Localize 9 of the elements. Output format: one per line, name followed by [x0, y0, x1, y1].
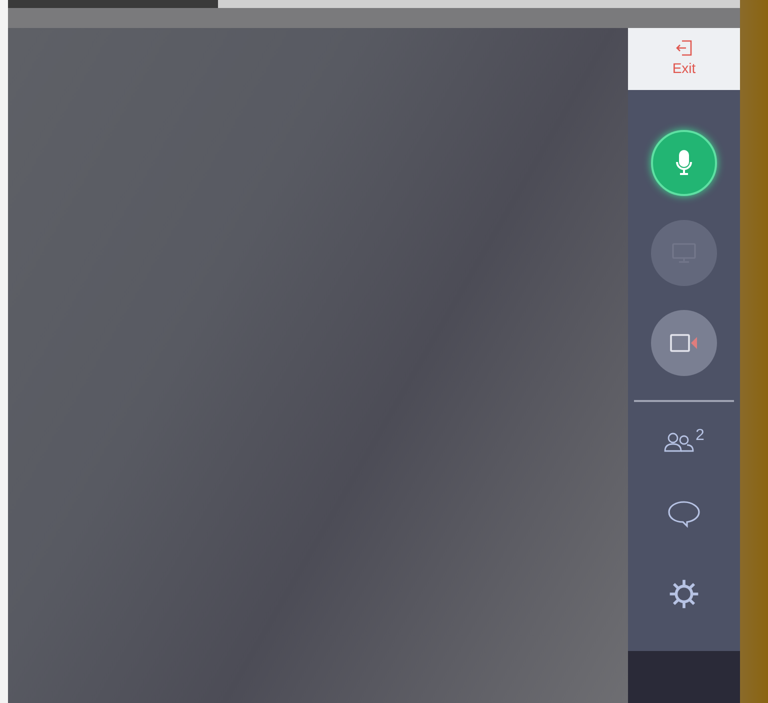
exit-button[interactable]: Exit — [628, 28, 740, 90]
participants-button[interactable]: 2 — [628, 422, 740, 462]
microphone-icon — [676, 150, 692, 176]
settings-icon — [667, 577, 701, 611]
speech-bubble-icon — [667, 500, 701, 528]
exit-icon — [676, 40, 692, 56]
people-icon — [664, 432, 694, 452]
video-camera-icon — [670, 334, 698, 352]
microphone-button[interactable] — [651, 130, 717, 196]
